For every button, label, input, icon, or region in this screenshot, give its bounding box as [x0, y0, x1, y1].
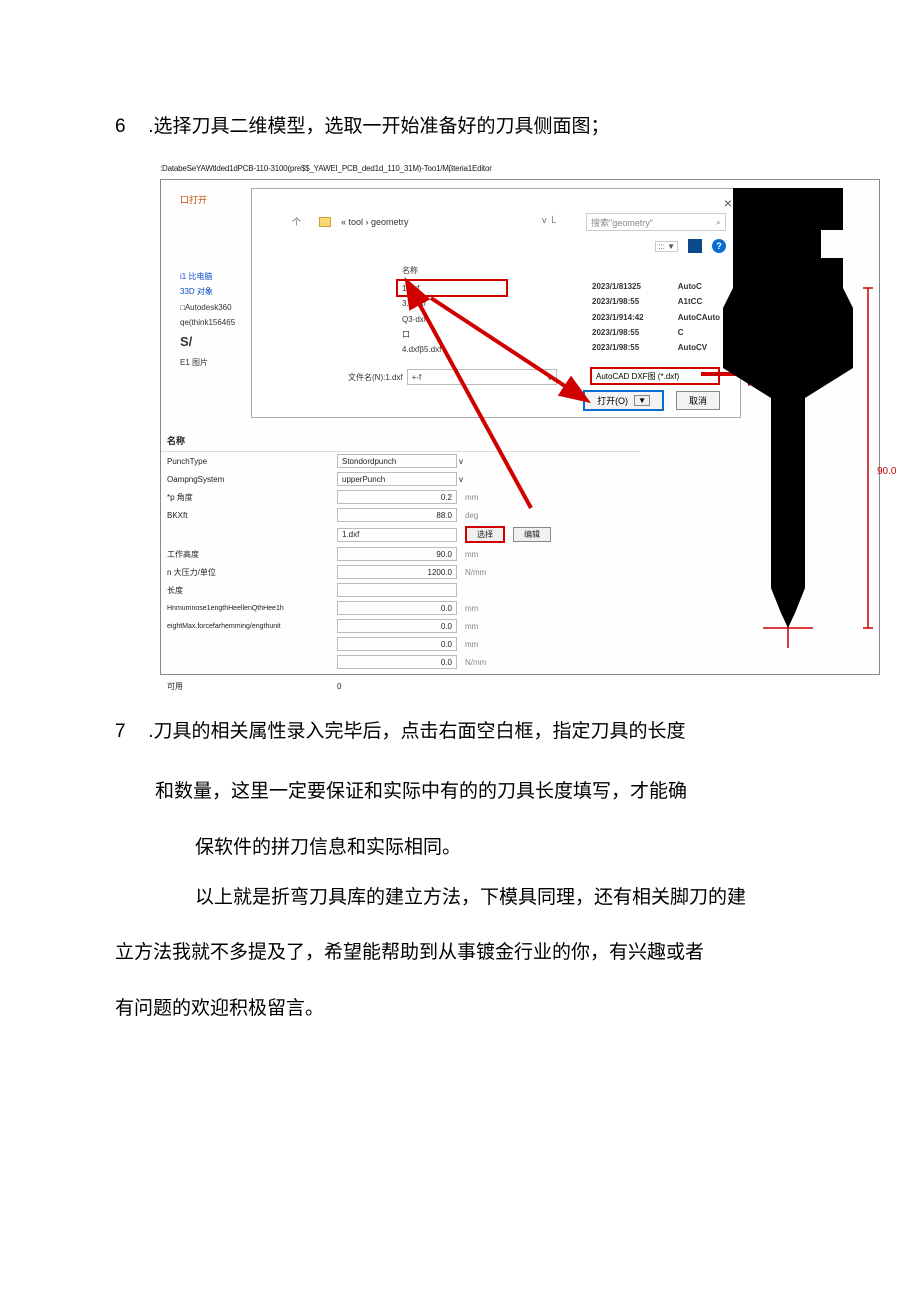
- file-row[interactable]: 4.dxfβ5.dxf: [402, 342, 441, 357]
- bkxft-input[interactable]: 88.0: [337, 508, 457, 522]
- prop-row: PunchTypeStondordpunchv: [161, 452, 641, 470]
- refresh-area[interactable]: v ㇄: [542, 213, 558, 226]
- punch-type-select[interactable]: Stondordpunch: [337, 454, 457, 468]
- breadcrumb-text: « tool › geometry: [341, 217, 409, 227]
- prop-row: n 大压力/单位1200.0N/mm: [161, 563, 641, 581]
- angle-input[interactable]: 0.2: [337, 490, 457, 504]
- nav-s[interactable]: S/: [180, 330, 270, 355]
- select-button[interactable]: 选择: [465, 526, 505, 543]
- prop-row: 可用0: [161, 679, 641, 694]
- filename-row: 文件名(N):1.dxf +-f v: [348, 369, 557, 385]
- step-6-num: 6: [115, 110, 143, 144]
- clamping-select[interactable]: upperPunch: [337, 472, 457, 486]
- prop-row: *p 角度0.2mm: [161, 488, 641, 506]
- tool-silhouette: [713, 188, 873, 668]
- dialog-title: 口打开: [180, 193, 207, 206]
- dialog-buttons: 打开(O) ▼ 取消: [583, 390, 720, 411]
- step-6: 6 .选择刀具二维模型，选取一开始准备好的刀具侧面图；: [115, 110, 805, 144]
- prop-row: BKXft88.0deg: [161, 506, 641, 524]
- filetype-dropdown[interactable]: AutoCAD DXF图 (*.dxf): [590, 367, 720, 385]
- col-header-name: 名称: [402, 265, 418, 276]
- view-mode-dropdown[interactable]: ::: ▼: [655, 241, 678, 252]
- max-pressure-input[interactable]: 1200.0: [337, 565, 457, 579]
- step-7: 7 .刀具的相关属性录入完毕后，点击右面空白框，指定刀具的长度: [115, 715, 805, 749]
- prop-row: 长度: [161, 581, 641, 599]
- breadcrumb[interactable]: 个 « tool › geometry: [292, 215, 409, 228]
- paragraph-line1: 以上就是折弯刀具库的建立方法，下模具同理，还有相关脚刀的建: [115, 875, 805, 921]
- open-file-dialog: 口打开 × 个 « tool › geometry v ㇄ 搜索"geometr…: [251, 188, 741, 418]
- dim-90: 90.0: [877, 466, 896, 477]
- step-7-line2: 和数量，这里一定要保证和实际中有的的刀具长度填写，才能确: [115, 769, 805, 815]
- search-input[interactable]: 搜索"geometry" ⌕: [586, 213, 726, 231]
- file-row[interactable]: 3.1.dxf: [402, 296, 441, 311]
- prop-row: 工作高度90.0mm: [161, 545, 641, 563]
- prop-row: Hnmumnose1engthHeellenQthHee1h0.0mm: [161, 599, 641, 617]
- title-path: :DatabeSeYAWtlded1dPCB-110-3100(pre$$_YA…: [160, 164, 805, 173]
- filename-label: 文件名(N):1.dxf: [348, 372, 403, 383]
- step-7-line1: .刀具的相关属性录入完毕后，点击右面空白框，指定刀具的长度: [148, 721, 685, 742]
- property-panel: 名称 PunchTypeStondordpunchv OampngSystemu…: [161, 430, 641, 694]
- prop-row: 0.0N/mm: [161, 653, 641, 671]
- edit-button[interactable]: 编辑: [513, 527, 551, 542]
- file-date-col: 2023/1/81325 2023/1/98:55 2023/1/914:42 …: [592, 279, 644, 355]
- nav-3d-objects[interactable]: 33D 对象: [180, 284, 270, 299]
- up-arrow-icon[interactable]: 个: [292, 215, 301, 228]
- file-row[interactable]: 1.dxf: [402, 281, 441, 296]
- file-row[interactable]: 口: [402, 327, 441, 342]
- geom-file-input[interactable]: 1.dxf: [337, 528, 457, 542]
- step-6-text: .选择刀具二维模型，选取一开始准备好的刀具侧面图；: [148, 116, 609, 137]
- folder-icon: [319, 217, 331, 227]
- prop-row: 0.0mm: [161, 635, 641, 653]
- prop-row: 1.dxf 选择编辑: [161, 524, 641, 545]
- open-button[interactable]: 打开(O) ▼: [583, 390, 664, 411]
- screenshot-figure: :DatabeSeYAWtlded1dPCB-110-3100(pre$$_YA…: [160, 164, 805, 675]
- paragraph-line3: 有问题的欢迎积极留言。: [115, 986, 805, 1032]
- nav-autodesk[interactable]: □Autodesk360: [180, 300, 270, 315]
- step-7-num: 7: [115, 715, 143, 749]
- prop-row: OampngSystemupperPunchv: [161, 470, 641, 488]
- work-height-input[interactable]: 90.0: [337, 547, 457, 561]
- filename-input[interactable]: +-f v: [407, 369, 557, 385]
- preview-toggle[interactable]: [688, 239, 702, 253]
- nav-pictures[interactable]: E1 图片: [180, 355, 270, 370]
- search-placeholder: 搜索"geometry": [591, 216, 653, 229]
- chevron-down-icon[interactable]: ▼: [634, 395, 650, 406]
- paragraph-line2: 立方法我就不多提及了，希望能帮助到从事镀金行业的你，有兴趣或者: [115, 930, 805, 976]
- prop-header: 名称: [161, 430, 641, 452]
- nav-this-pc[interactable]: i1 比电脑: [180, 269, 270, 284]
- prop-row: eightMax.forcefarhemming/engthunit0.0mm: [161, 617, 641, 635]
- step-7-line3: 保软件的拼刀信息和实际相同。: [115, 825, 805, 871]
- length-input[interactable]: [337, 583, 457, 597]
- document-page: 6 .选择刀具二维模型，选取一开始准备好的刀具侧面图； :DatabeSeYAW…: [0, 0, 920, 1091]
- app-window: 口打开 × 个 « tool › geometry v ㇄ 搜索"geometr…: [160, 179, 880, 675]
- nav-tree[interactable]: i1 比电脑 33D 对象 □Autodesk360 qe(think15646…: [180, 269, 270, 370]
- file-list[interactable]: 1.dxf 3.1.dxf Q3·dxf 口 4.dxfβ5.dxf: [402, 281, 441, 357]
- file-row[interactable]: Q3·dxf: [402, 312, 441, 327]
- nav-qe[interactable]: qe(think156465: [180, 315, 270, 330]
